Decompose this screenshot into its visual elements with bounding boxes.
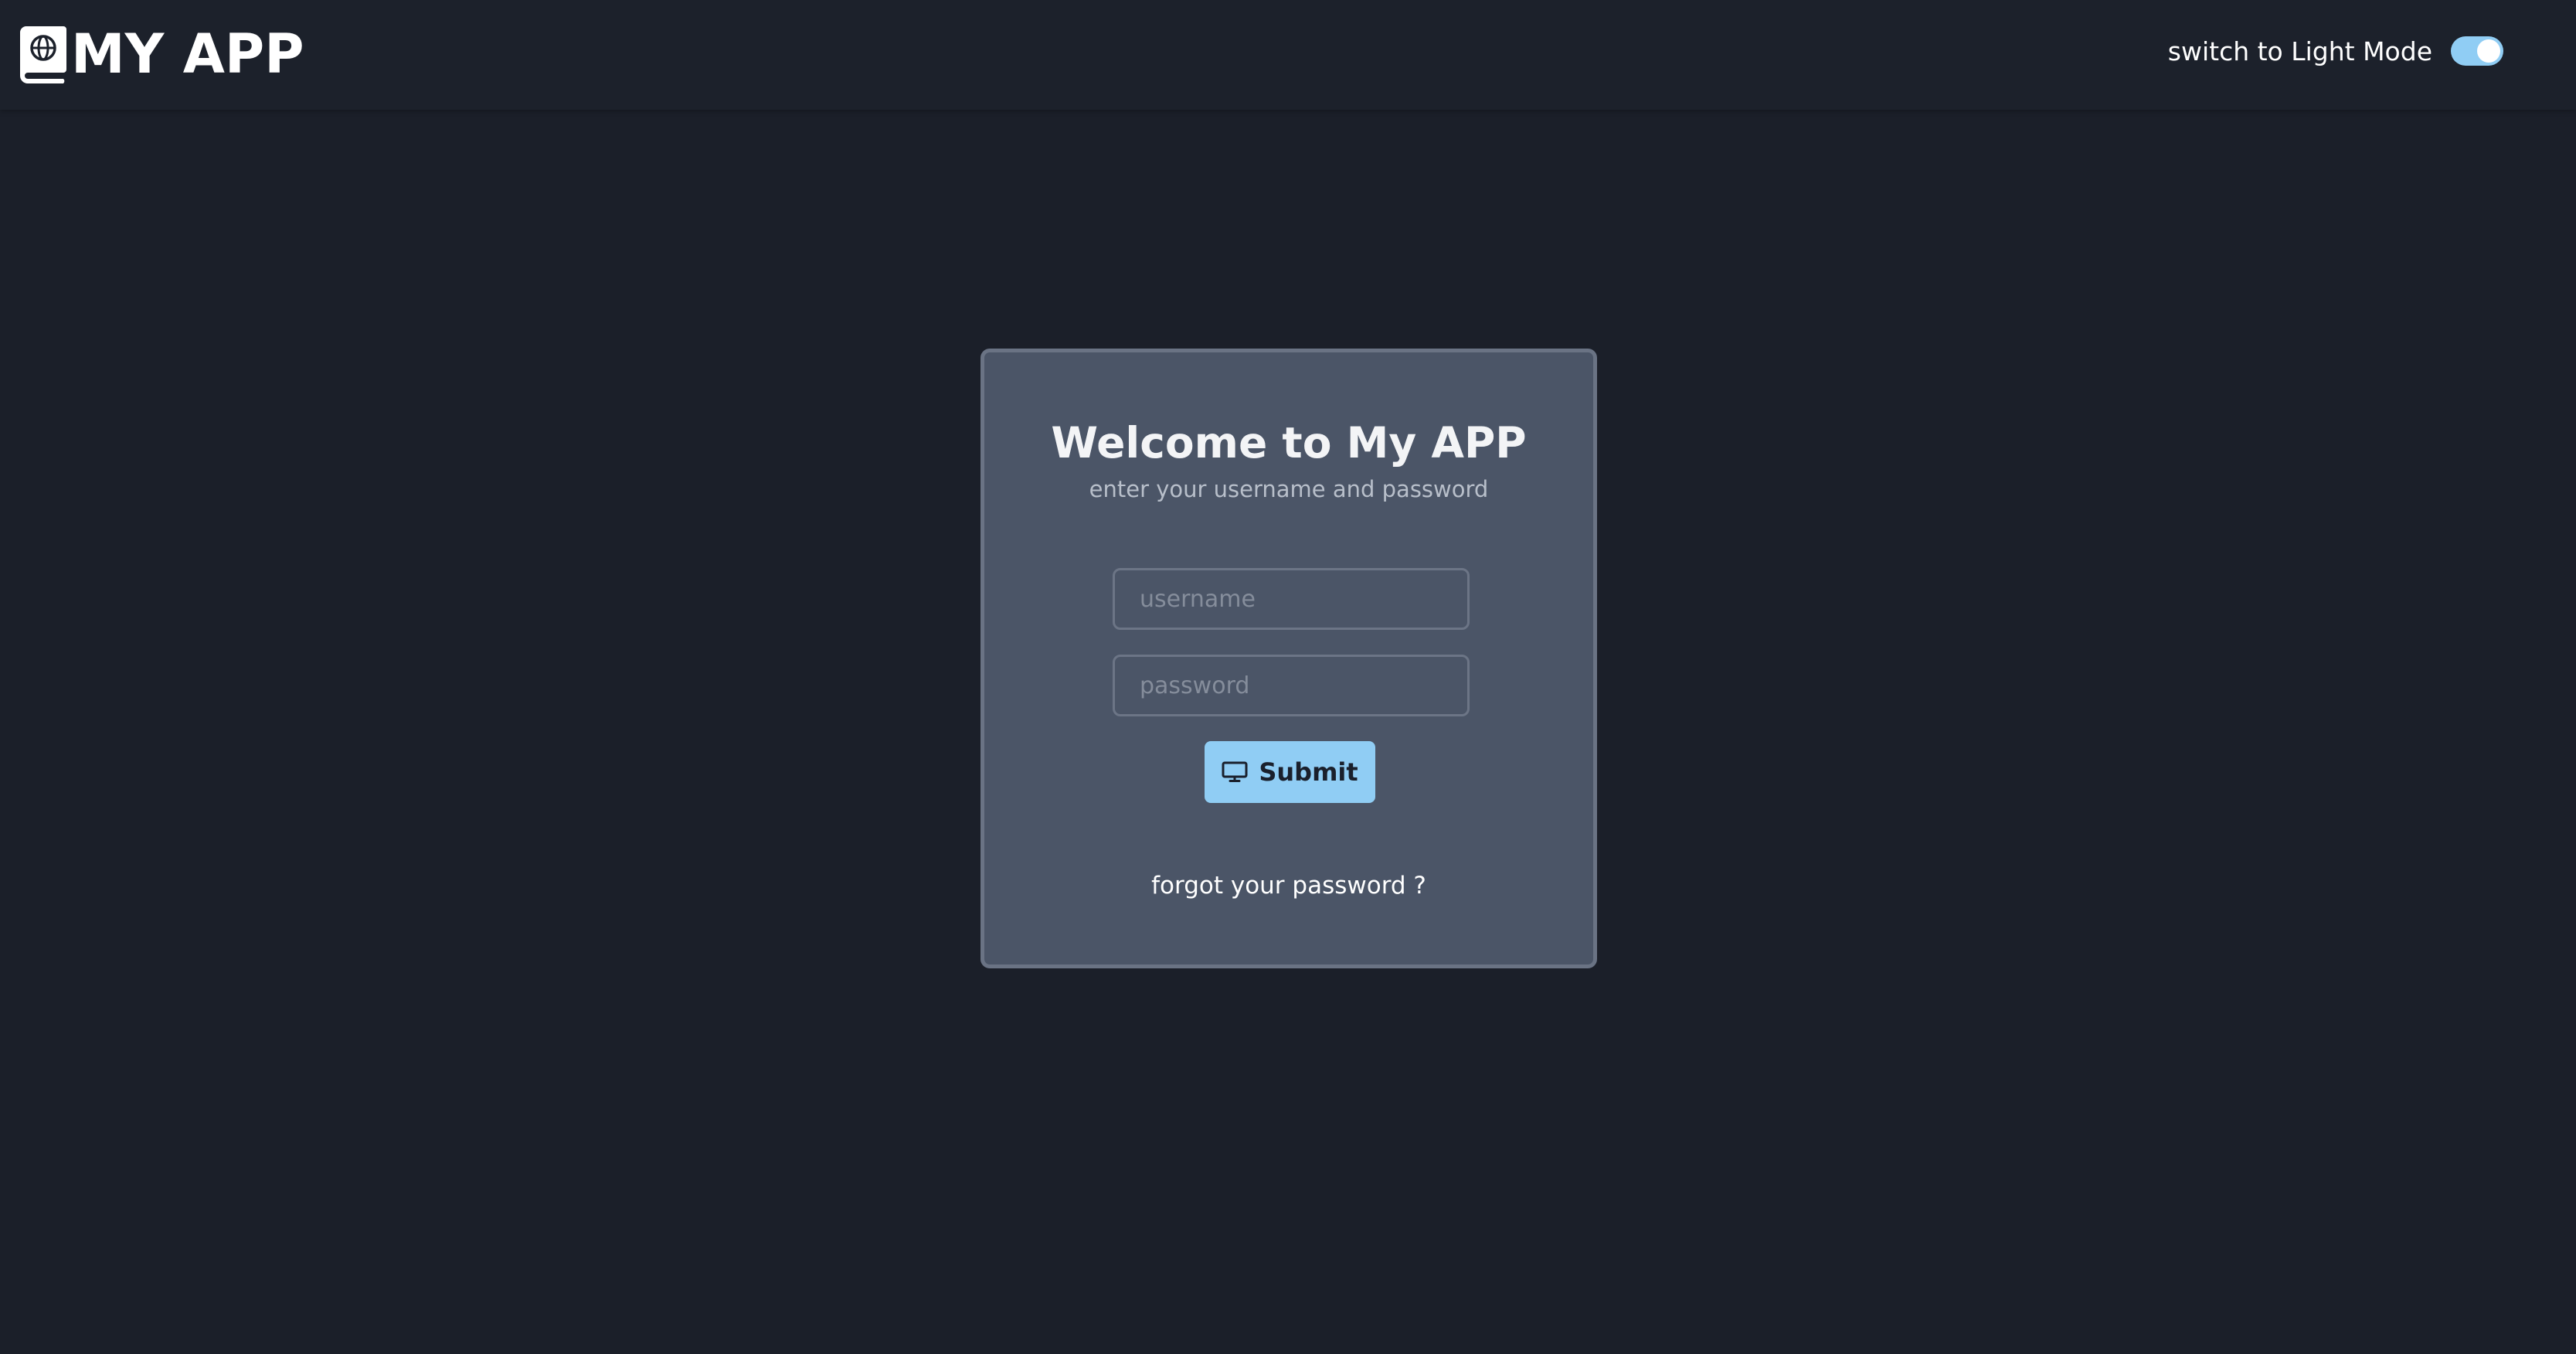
login-title: Welcome to My APP (1051, 418, 1527, 468)
submit-label: Submit (1259, 757, 1358, 787)
forgot-password-link[interactable]: forgot your password ? (984, 872, 1593, 900)
theme-toggle[interactable] (2451, 36, 2503, 66)
brand: MY APP (19, 19, 304, 90)
login-subtitle: enter your username and password (1089, 476, 1489, 502)
password-input[interactable] (1113, 655, 1470, 716)
login-card: Welcome to My APP enter your username an… (980, 349, 1597, 968)
username-input[interactable] (1113, 568, 1470, 630)
app-title: MY APP (71, 22, 304, 86)
monitor-icon (1222, 761, 1248, 782)
theme-toggle-label: switch to Light Mode (2167, 36, 2432, 66)
app-header: MY APP switch to Light Mode (0, 0, 2576, 110)
book-globe-icon (20, 26, 66, 83)
submit-button[interactable]: Submit (1205, 741, 1375, 803)
theme-switch: switch to Light Mode (2168, 31, 2503, 71)
toggle-knob (2477, 39, 2500, 63)
